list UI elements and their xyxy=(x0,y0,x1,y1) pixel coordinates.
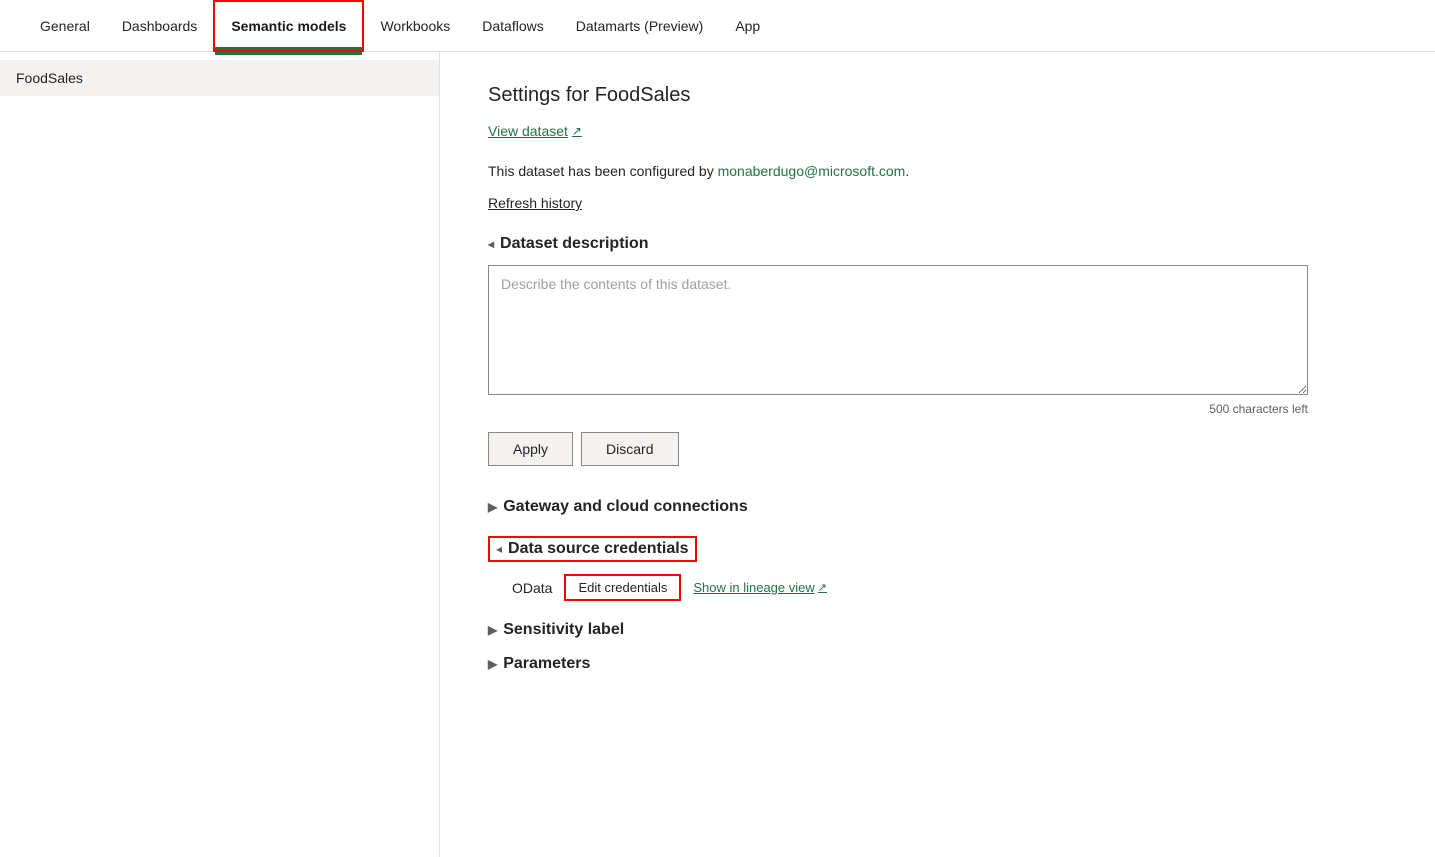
dataset-description-chevron: ◂ xyxy=(488,237,494,251)
apply-button[interactable]: Apply xyxy=(488,432,573,466)
discard-button[interactable]: Discard xyxy=(581,432,678,466)
external-link-icon: ↗ xyxy=(572,124,582,138)
nav-item-app[interactable]: App xyxy=(719,2,776,50)
main-content: Settings for FoodSales View dataset ↗ Th… xyxy=(440,52,1435,857)
sidebar-item-foodsales[interactable]: FoodSales xyxy=(0,60,439,96)
nav-item-dashboards[interactable]: Dashboards xyxy=(106,2,214,50)
top-navigation: General Dashboards Semantic models Workb… xyxy=(0,0,1435,52)
sensitivity-section-title: Sensitivity label xyxy=(503,621,624,639)
parameters-section-header[interactable]: ▶ Parameters xyxy=(488,655,1387,673)
nav-item-workbooks[interactable]: Workbooks xyxy=(364,2,466,50)
parameters-chevron: ▶ xyxy=(488,657,497,671)
action-buttons: Apply Discard xyxy=(488,432,1387,466)
gateway-section-header[interactable]: ▶ Gateway and cloud connections xyxy=(488,498,1387,516)
nav-item-general[interactable]: General xyxy=(24,2,106,50)
sensitivity-chevron: ▶ xyxy=(488,623,497,637)
refresh-history-link[interactable]: Refresh history xyxy=(488,195,582,211)
gateway-chevron: ▶ xyxy=(488,500,497,514)
odata-row: OData Edit credentials Show in lineage v… xyxy=(488,574,1387,601)
dataset-description-title: Dataset description xyxy=(500,235,648,253)
odata-label: OData xyxy=(512,580,552,596)
page-title: Settings for FoodSales xyxy=(488,84,1387,107)
config-email[interactable]: monaberdugo@microsoft.com xyxy=(718,163,906,179)
datasource-credentials-title: Data source credentials xyxy=(508,540,689,558)
nav-item-datamarts[interactable]: Datamarts (Preview) xyxy=(560,2,720,50)
datasource-credentials-header[interactable]: ◂ Data source credentials xyxy=(488,536,697,562)
sidebar: FoodSales xyxy=(0,52,440,857)
parameters-section-title: Parameters xyxy=(503,655,590,673)
config-text: This dataset has been configured by mona… xyxy=(488,163,1387,179)
edit-credentials-button[interactable]: Edit credentials xyxy=(564,574,681,601)
show-lineage-link[interactable]: Show in lineage view ↗ xyxy=(693,580,827,595)
char-count: 500 characters left xyxy=(488,402,1308,416)
datasource-chevron: ◂ xyxy=(496,542,502,556)
datasource-section: ◂ Data source credentials OData Edit cre… xyxy=(488,536,1387,601)
description-textarea[interactable] xyxy=(488,265,1308,395)
main-layout: FoodSales Settings for FoodSales View da… xyxy=(0,52,1435,857)
lineage-external-icon: ↗ xyxy=(818,581,827,594)
sensitivity-section-header[interactable]: ▶ Sensitivity label xyxy=(488,621,1387,639)
nav-item-dataflows[interactable]: Dataflows xyxy=(466,2,559,50)
dataset-description-header[interactable]: ◂ Dataset description xyxy=(488,235,1387,253)
nav-item-semantic-models[interactable]: Semantic models xyxy=(215,2,362,50)
gateway-section-title: Gateway and cloud connections xyxy=(503,498,748,516)
view-dataset-link[interactable]: View dataset ↗ xyxy=(488,123,582,139)
